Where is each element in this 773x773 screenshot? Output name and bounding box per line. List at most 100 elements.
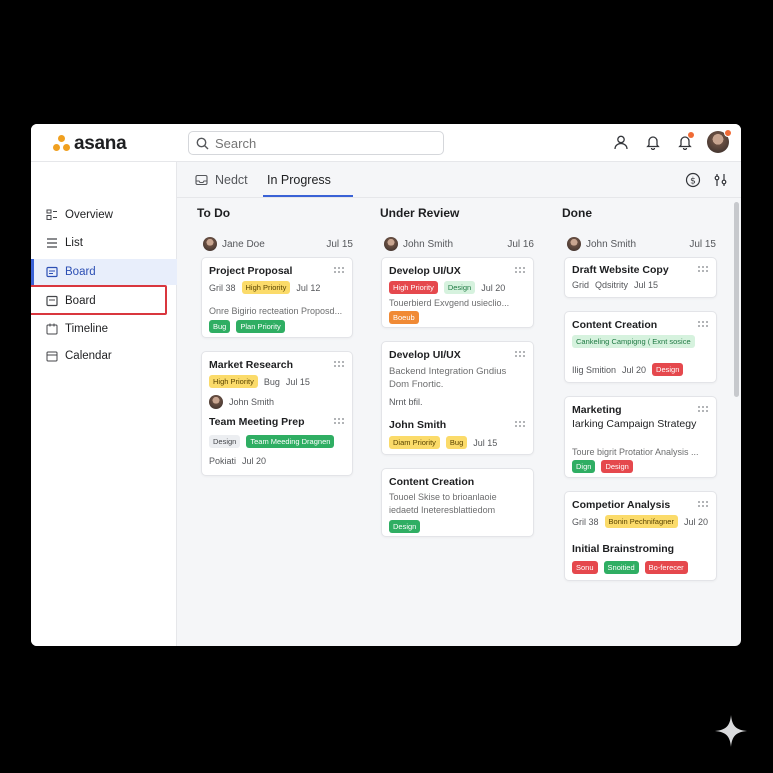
bell-alert-icon[interactable] [675,132,695,152]
task-card[interactable]: Develop UI/UX High Priority Design Jul 2… [381,257,534,328]
asana-logo[interactable]: asana [53,133,127,155]
tag[interactable]: Sonu [572,561,598,574]
tag[interactable]: Bo-ferecer [644,561,688,574]
tag[interactable]: Bug [209,320,231,333]
card-subtitle: John Smith [389,419,447,431]
card-description: Toure bigrit Protatior Analysis ... [572,447,699,457]
drag-handle-icon[interactable] [697,320,709,328]
priority-tag[interactable]: High Priority [241,281,291,294]
bell-icon[interactable] [643,132,663,152]
card-subtitle: Initial Brainstroming [572,543,675,555]
tag[interactable]: Design [389,520,421,533]
sidebar-item-board-active[interactable]: Board [31,259,177,285]
drag-handle-icon[interactable] [697,500,709,508]
due-date: Jul 15 [473,437,498,448]
column-meta: John Smith Jul 15 [567,237,716,251]
tag[interactable]: Design [209,435,241,448]
tag[interactable]: Plan Priority [236,320,285,333]
task-card[interactable]: Develop UI/UX Backend Integration Gndius… [381,341,534,455]
tag[interactable]: Design [443,281,476,294]
column-title-under-review: Under Review [380,206,460,220]
settings-sliders-icon[interactable] [713,172,729,188]
task-card[interactable]: Content Creation Cankeling Campigng ( Ex… [564,311,717,383]
tag-row: Cankeling Campigng ( Exnt sosice [572,335,695,348]
card-title: Project Proposal [209,265,293,277]
card-description: Dom Fnortic. [389,379,444,390]
tag[interactable]: Design [601,460,633,473]
tag[interactable]: Snoitied [603,561,639,574]
card-title: Marketing [572,404,622,416]
task-card[interactable]: Content Creation Touoel Skise to brioanl… [381,468,534,537]
drag-handle-icon[interactable] [697,265,709,273]
sidebar-item-label: Timeline [65,323,109,335]
tag[interactable]: Cankeling Campigng ( Exnt sosice [572,335,695,348]
overview-icon [46,209,58,221]
task-card[interactable]: Project Proposal Gril 38 High Priority J… [201,257,353,338]
due-date: Jul 15 [634,280,659,290]
task-card[interactable]: Market Research High Priority Bug Jul 15… [201,351,353,476]
card-description: Onre Bigirio recteation Proposd... [209,306,343,316]
drag-handle-icon[interactable] [333,266,345,274]
avatar-badge [724,129,732,137]
priority-tag[interactable]: Diam Priority [389,436,440,449]
timeline-icon [46,323,58,335]
drag-handle-icon[interactable] [514,266,526,274]
tag[interactable]: Bug [445,436,468,449]
drag-handle-icon[interactable] [514,350,526,358]
tab-in-progress[interactable]: In Progress [267,173,331,187]
view-actions: $ [685,172,729,188]
sidebar-item-calendar[interactable]: Calendar [31,343,177,369]
priority-tag[interactable]: High Priority [389,281,438,294]
due-date: Jul 20 [683,516,709,527]
drag-handle-icon[interactable] [514,420,526,428]
svg-text:$: $ [690,177,696,187]
tag[interactable]: Team Meeding Dragnen [246,435,335,448]
task-card[interactable]: Competior Analysis Gril 38 Bonin Pechnif… [564,491,717,581]
due-date: Jul 15 [326,238,353,250]
sidebar: Overview List Board Board Timeline Calen… [31,162,177,646]
drag-handle-icon[interactable] [333,360,345,368]
card-description: iedaetd Ineteresblattiedom [389,505,496,515]
tag-row: Boeub [389,311,419,324]
card-meta-text: Gril 38 [572,516,599,527]
tag[interactable]: Boeub [389,311,419,324]
tab-nedct[interactable]: Nedct [195,173,248,187]
card-title: Iarking Campaign Strategy [572,418,697,430]
scrollbar[interactable] [734,202,739,397]
card-description: Touoel Skise to brioanlaoie [389,492,497,502]
avatar[interactable] [707,129,732,153]
assignee-name: John Smith [403,238,454,250]
due-date: Jul 20 [481,282,506,293]
tag[interactable]: Bonin Pechnifagner [604,515,678,528]
sidebar-item-label: List [65,237,83,249]
inbox-icon [195,174,208,186]
tag[interactable]: Dign [572,460,596,473]
card-meta-row: Ilig Smition Jul 20 Design [572,363,684,376]
card-subtitle: Team Meeting Prep [209,416,305,428]
sidebar-item-overview[interactable]: Overview [31,202,177,228]
user-icon[interactable] [611,132,631,152]
drag-handle-icon[interactable] [697,405,709,413]
sidebar-item-list[interactable]: List [31,230,177,256]
tag-row: Sonu Snoitied Bo-ferecer [572,561,688,574]
card-meta-text: Bug [263,376,280,387]
card-description: Touerbierd Exvgend usieclio... [389,298,510,308]
search-input[interactable] [215,135,435,151]
drag-handle-icon[interactable] [333,417,345,425]
task-card[interactable]: Marketing Iarking Campaign Strategy Tour… [564,396,717,478]
due-date: Jul 20 [622,364,647,375]
column-title-done: Done [562,206,592,220]
avatar [203,237,217,251]
search-box[interactable] [188,131,444,155]
view-tabs-bar: Nedct In Progress $ [177,162,741,198]
sidebar-item-label: Overview [65,209,113,221]
currency-icon[interactable]: $ [685,172,701,188]
tag[interactable]: Design [652,363,684,376]
tab-label: In Progress [267,173,331,187]
card-meta-text: Gril 38 [209,282,236,293]
assignee-name: John Smith [586,238,637,250]
sidebar-item-timeline[interactable]: Timeline [31,316,177,342]
priority-tag[interactable]: High Priority [209,375,258,388]
card-meta-text: Grid [572,280,590,290]
task-card[interactable]: Draft Website Copy Grid Qdsitrity Jul 15 [564,257,717,298]
